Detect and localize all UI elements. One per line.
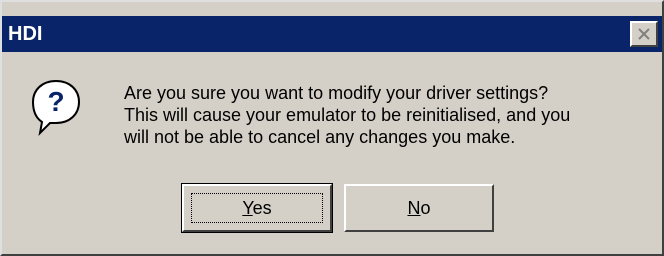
message-text: Are you sure you want to modify your dri… [124,82,654,148]
title-bar[interactable]: HDI [2,16,662,52]
no-mnemonic: N [407,197,421,218]
yes-label-rest: es [252,197,272,218]
svg-text:?: ? [47,86,64,117]
close-button[interactable] [630,21,658,47]
yes-button[interactable]: Yes [181,183,333,233]
window-title: HDI [8,22,43,45]
question-icon: ? [31,79,81,136]
message-line: This will cause your emulator to be rein… [124,105,571,125]
dialog-window: HDI ? Are you sure you want to modify yo… [0,0,664,256]
close-icon [638,28,650,40]
yes-mnemonic: Y [242,197,253,218]
no-label-rest: o [420,197,431,218]
no-button[interactable]: No [344,184,494,232]
yes-button-label: Yes [242,198,271,219]
message-line: Are you sure you want to modify your dri… [124,83,549,103]
no-button-label: No [407,198,430,219]
message-line: will not be able to cancel any changes y… [124,127,516,147]
